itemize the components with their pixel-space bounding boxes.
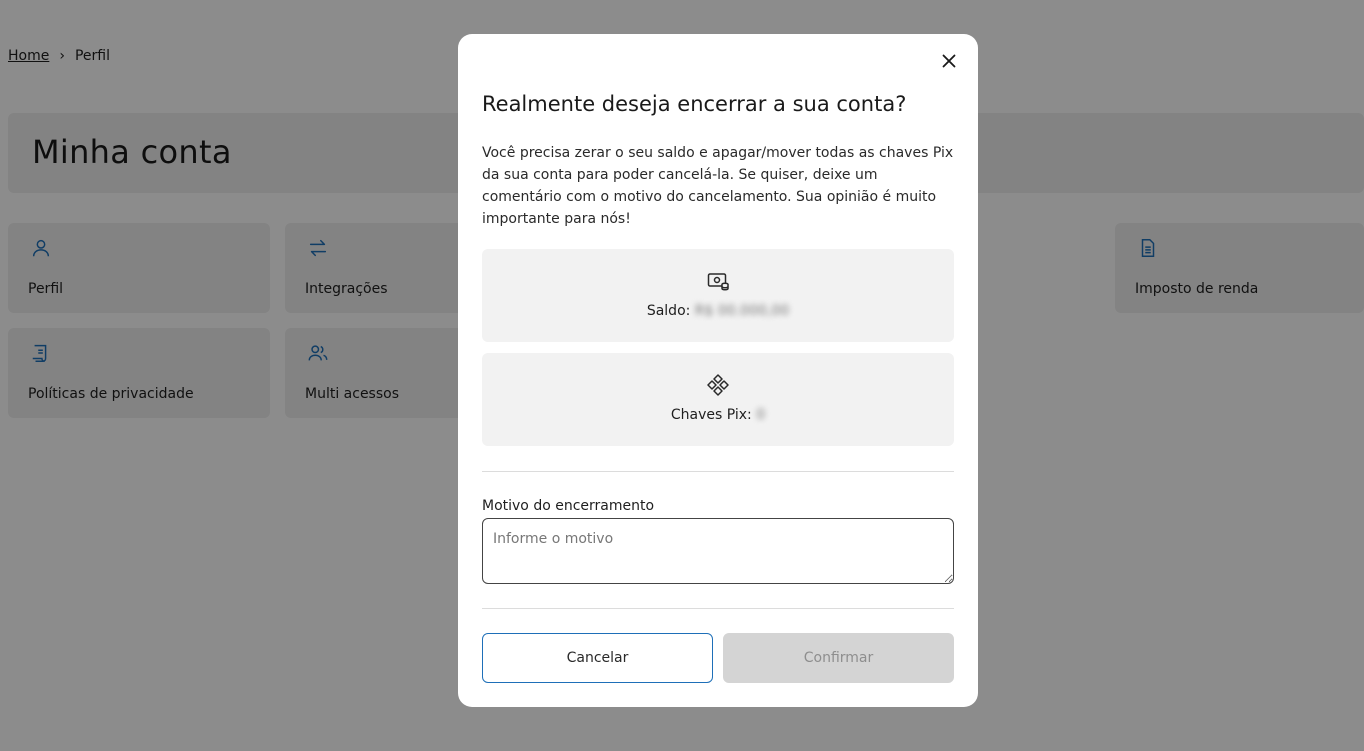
reason-input[interactable] bbox=[482, 518, 954, 584]
balance-value: R$ 00.000,00 bbox=[694, 303, 790, 319]
dialog-description: Você precisa zerar o seu saldo e apagar/… bbox=[482, 145, 954, 227]
pix-keys-box: Chaves Pix: 0 bbox=[482, 353, 954, 446]
divider bbox=[482, 471, 954, 472]
balance-box: Saldo: R$ 00.000,00 bbox=[482, 249, 954, 342]
divider bbox=[482, 608, 954, 609]
dialog-title: Realmente deseja encerrar a sua conta? bbox=[482, 92, 907, 116]
cancel-button[interactable]: Cancelar bbox=[482, 633, 713, 683]
close-account-dialog: Realmente deseja encerrar a sua conta? V… bbox=[458, 34, 978, 707]
pix-icon bbox=[706, 373, 730, 397]
balance-label: Saldo: bbox=[646, 303, 691, 319]
pix-keys-value: 0 bbox=[756, 407, 766, 423]
pix-keys-label: Chaves Pix: bbox=[670, 407, 752, 423]
confirm-button[interactable]: Confirmar bbox=[723, 633, 954, 683]
close-icon[interactable] bbox=[938, 50, 960, 72]
wallet-coins-icon bbox=[706, 269, 730, 293]
reason-label: Motivo do encerramento bbox=[482, 498, 655, 514]
